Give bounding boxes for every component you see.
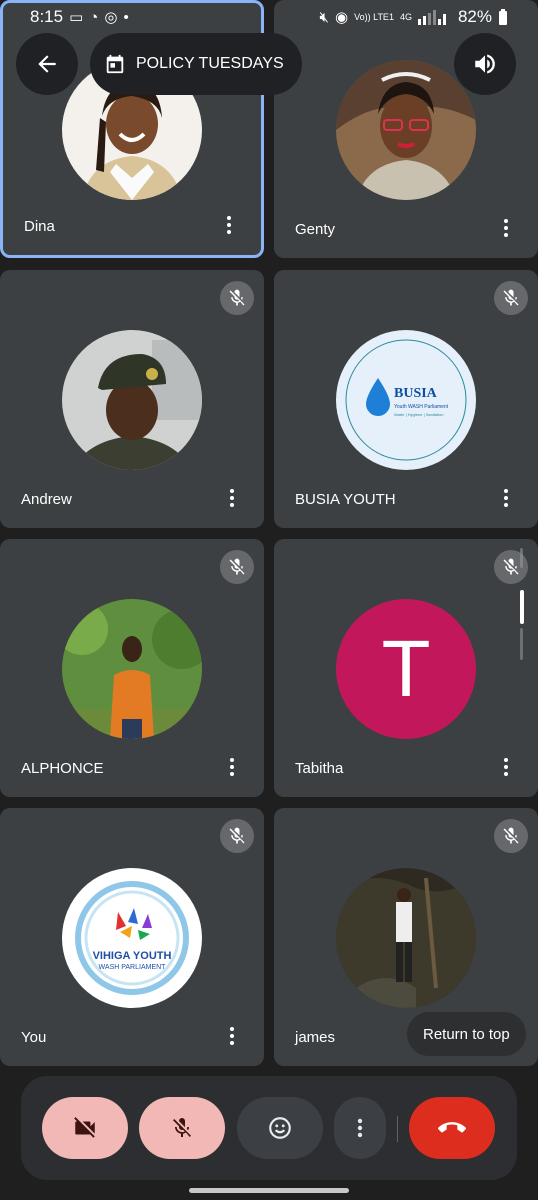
speaker-icon <box>475 54 495 74</box>
busia-logo-tagline: Water | Hygiene | Sanitation <box>394 412 444 417</box>
avatar: VIHIGA YOUTH WASH PARLIAMENT <box>62 868 202 1008</box>
participant-more-button[interactable] <box>496 484 516 512</box>
home-indicator[interactable] <box>189 1188 349 1193</box>
mic-off-icon <box>220 550 254 584</box>
avatar <box>62 330 202 470</box>
participant-more-button[interactable] <box>222 1022 242 1050</box>
meeting-title-chip[interactable]: POLICY TUESDAYS <box>90 33 302 95</box>
participant-more-button[interactable] <box>496 753 516 781</box>
grid-scrollbar[interactable] <box>520 548 524 660</box>
avatar <box>336 868 476 1008</box>
status-time: 8:15 <box>30 7 64 26</box>
microphone-toggle-button[interactable] <box>139 1097 225 1159</box>
mute-vibrate-icon: 🔇︎ <box>319 8 329 26</box>
participant-tile-andrew[interactable]: Andrew <box>0 270 264 528</box>
camera-toggle-button[interactable] <box>42 1097 128 1159</box>
video-recording-icon: ▭ <box>69 8 84 26</box>
participant-tile-tabitha[interactable]: T Tabitha <box>274 539 538 797</box>
participant-more-button[interactable] <box>219 211 239 239</box>
control-divider <box>397 1116 398 1142</box>
hang-up-icon <box>438 1122 466 1133</box>
participant-name: BUSIA YOUTH <box>295 491 396 508</box>
avatar: BUSIA Youth WASH Parliament Water | Hygi… <box>336 330 476 470</box>
mic-off-icon <box>173 1118 191 1137</box>
vihiga-logo-title: VIHIGA YOUTH <box>92 950 172 962</box>
status-bar: 8:15 ▭ ◔ ◎ • 🔇︎ ◉ Vo)) LTE1 4G 82% <box>0 0 538 34</box>
mic-off-icon <box>220 819 254 853</box>
participant-name: Andrew <box>21 491 72 508</box>
busia-logo-title: BUSIA <box>394 386 437 401</box>
more-vert-icon <box>357 1118 363 1138</box>
back-button[interactable] <box>16 33 78 95</box>
participant-name: Tabitha <box>295 760 344 777</box>
signal-strength-icon <box>417 10 446 25</box>
participant-more-button[interactable] <box>222 484 242 512</box>
avatar <box>336 60 476 200</box>
mic-off-icon <box>220 281 254 315</box>
participant-name: You <box>21 1029 47 1046</box>
camera-off-icon <box>74 1117 95 1138</box>
participant-tile-busia-youth[interactable]: BUSIA Youth WASH Parliament Water | Hygi… <box>274 270 538 528</box>
volte-indicator: Vo)) LTE1 <box>354 11 394 22</box>
notification-dot-icon: • <box>123 8 129 26</box>
participant-more-button[interactable] <box>222 753 242 781</box>
participant-name: Dina <box>24 218 55 235</box>
participant-name: ALPHONCE <box>21 760 104 777</box>
calendar-icon <box>106 54 124 74</box>
emoji-icon <box>269 1117 291 1139</box>
avatar-initial: T <box>336 599 476 739</box>
participant-more-button[interactable] <box>496 214 516 242</box>
busia-logo-subtitle: Youth WASH Parliament <box>394 404 449 410</box>
return-to-top-button[interactable]: Return to top <box>407 1012 526 1056</box>
mic-off-icon <box>494 819 528 853</box>
meeting-title: POLICY TUESDAYS <box>136 55 284 72</box>
arrow-back-icon <box>38 55 56 73</box>
leave-call-button[interactable] <box>409 1097 495 1159</box>
battery-icon <box>499 9 507 25</box>
battery-level: 82% <box>457 7 492 26</box>
hotspot-icon: ◉ <box>335 8 349 26</box>
participant-name: james <box>295 1029 336 1046</box>
mic-off-icon <box>494 281 528 315</box>
call-control-bar <box>21 1076 517 1180</box>
audio-output-button[interactable] <box>454 33 516 95</box>
network-type: 4G <box>399 11 412 22</box>
avatar <box>62 599 202 739</box>
participant-tile-you[interactable]: VIHIGA YOUTH WASH PARLIAMENT You <box>0 808 264 1066</box>
reactions-button[interactable] <box>237 1097 323 1159</box>
participant-name: Genty <box>295 221 336 238</box>
vihiga-logo-subtitle: WASH PARLIAMENT <box>98 964 166 971</box>
whatsapp-icon: ◎ <box>104 8 118 26</box>
participant-tile-alphonce[interactable]: ALPHONCE <box>0 539 264 797</box>
more-options-button[interactable] <box>334 1097 386 1159</box>
chat-bubble-icon: ◔ <box>89 8 99 26</box>
